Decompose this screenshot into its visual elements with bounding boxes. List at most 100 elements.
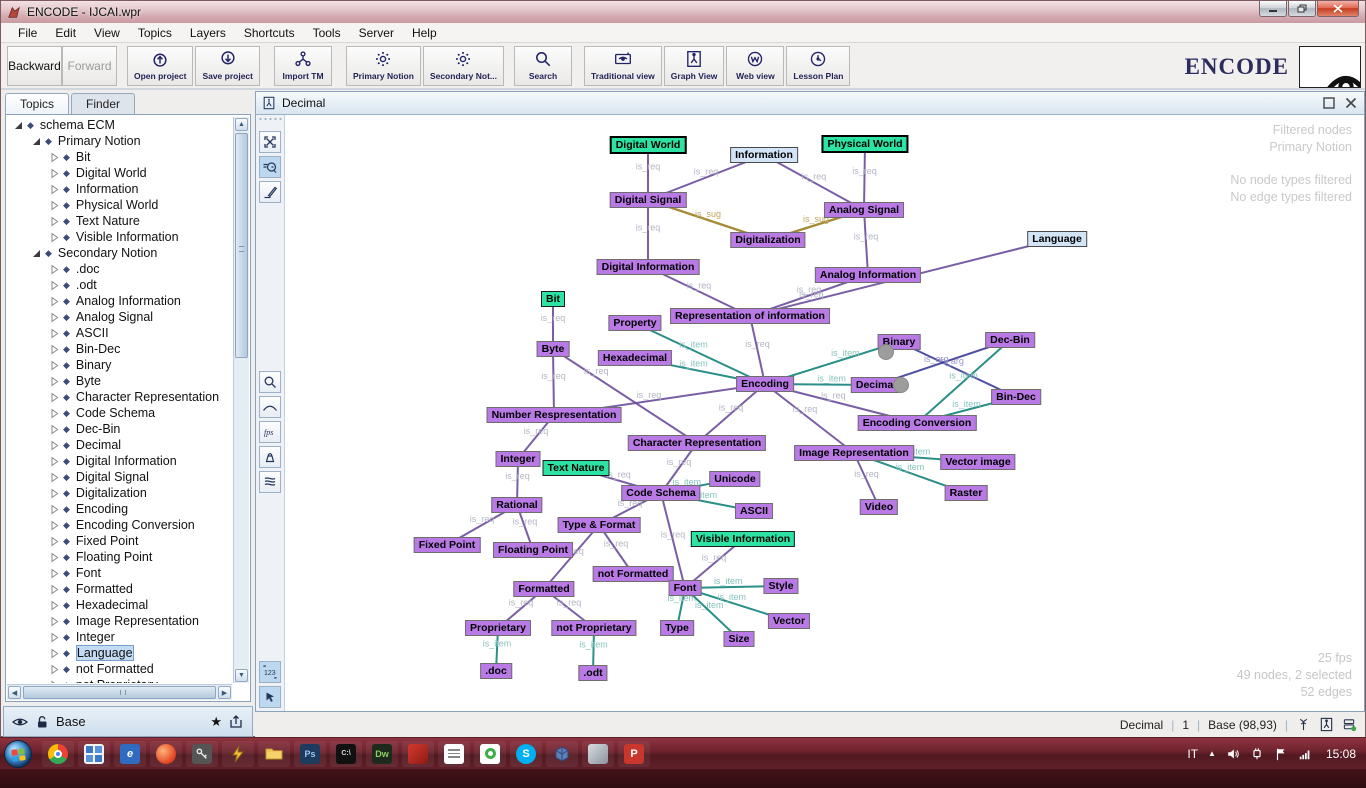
tree-collapsed-icon[interactable] bbox=[49, 664, 60, 675]
tree-item-not-proprietary[interactable]: ◆not Proprietary bbox=[7, 677, 232, 683]
graph-node-unicode[interactable]: Unicode bbox=[709, 471, 760, 487]
concept-map-canvas[interactable]: is_reqis_reqis_reqis_reqis_sugis_sugis_r… bbox=[285, 115, 1364, 711]
taskbar-app-cube-app[interactable] bbox=[546, 741, 578, 767]
graph-node-vector-image[interactable]: Vector image bbox=[940, 454, 1015, 470]
restore-button[interactable] bbox=[1288, 1, 1316, 17]
tree-collapsed-icon[interactable] bbox=[49, 312, 60, 323]
graph-node-byte[interactable]: Byte bbox=[537, 341, 570, 357]
tree-collapsed-icon[interactable] bbox=[49, 152, 60, 163]
tree-collapsed-icon[interactable] bbox=[49, 376, 60, 387]
tree-collapsed-icon[interactable] bbox=[49, 536, 60, 547]
scroll-right-icon[interactable]: ▶ bbox=[218, 686, 231, 699]
menu-file[interactable]: File bbox=[9, 24, 46, 42]
close-view-icon[interactable] bbox=[1344, 96, 1358, 110]
tree-collapsed-icon[interactable] bbox=[49, 424, 60, 435]
graph-node-language[interactable]: Language bbox=[1027, 231, 1087, 247]
graph-node-proprietary[interactable]: Proprietary bbox=[465, 620, 531, 636]
taskbar-app-photoshop[interactable]: Ps bbox=[294, 741, 326, 767]
action-center-flag-icon[interactable] bbox=[1274, 747, 1288, 761]
toolbar-primary-notion-button[interactable]: Primary Notion bbox=[346, 46, 421, 86]
volume-icon[interactable] bbox=[1226, 747, 1240, 761]
taskbar-app-chrome[interactable] bbox=[42, 741, 74, 767]
graph-node-raster[interactable]: Raster bbox=[945, 485, 988, 501]
graph-node-not-formatted[interactable]: not Formatted bbox=[593, 566, 674, 582]
tree-item-digital-world[interactable]: ◆Digital World bbox=[7, 165, 232, 181]
graph-node-floating-point[interactable]: Floating Point bbox=[493, 542, 573, 558]
graph-node-size[interactable]: Size bbox=[723, 631, 754, 647]
server-status-icon[interactable] bbox=[1342, 717, 1357, 732]
tree-horizontal-scrollbar[interactable]: ◀ ▶ bbox=[7, 684, 232, 700]
tree-collapsed-icon[interactable] bbox=[49, 280, 60, 291]
tree-item-integer[interactable]: ◆Integer bbox=[7, 629, 232, 645]
tree-item-text-nature[interactable]: ◆Text Nature bbox=[7, 213, 232, 229]
graph-node-style[interactable]: Style bbox=[763, 578, 798, 594]
tree-item-hexadecimal[interactable]: ◆Hexadecimal bbox=[7, 597, 232, 613]
tree-item--odt[interactable]: ◆.odt bbox=[7, 277, 232, 293]
graph-node-dec-bin[interactable]: Dec-Bin bbox=[985, 332, 1035, 348]
tree-collapsed-icon[interactable] bbox=[49, 200, 60, 211]
toolbar-save-project-button[interactable]: Save project bbox=[195, 46, 260, 86]
toolbar-search-button[interactable]: Search bbox=[514, 46, 572, 86]
maximize-view-icon[interactable] bbox=[1322, 96, 1336, 110]
forward-button[interactable]: Forward bbox=[62, 46, 117, 86]
scroll-down-icon[interactable]: ▼ bbox=[235, 669, 248, 682]
graph-node-formatted[interactable]: Formatted bbox=[513, 581, 574, 597]
tree-collapsed-icon[interactable] bbox=[49, 264, 60, 275]
tree-item-character-representation[interactable]: ◆Character Representation bbox=[7, 389, 232, 405]
tree-item-binary[interactable]: ◆Binary bbox=[7, 357, 232, 373]
tree-item-formatted[interactable]: ◆Formatted bbox=[7, 581, 232, 597]
tree-item-schema-ecm[interactable]: ◆schema ECM bbox=[7, 117, 232, 133]
tree-item-digital-signal[interactable]: ◆Digital Signal bbox=[7, 469, 232, 485]
graph-node-vector[interactable]: Vector bbox=[768, 613, 810, 629]
tree-item--doc[interactable]: ◆.doc bbox=[7, 261, 232, 277]
graph-node-doc[interactable]: .doc bbox=[480, 663, 512, 679]
graph-node-character-representation[interactable]: Character Representation bbox=[628, 435, 766, 451]
menu-server[interactable]: Server bbox=[350, 24, 403, 42]
tree-vertical-scrollbar[interactable]: ▲ ▼ bbox=[233, 117, 249, 683]
menu-tools[interactable]: Tools bbox=[304, 24, 350, 42]
backward-button[interactable]: Backward bbox=[7, 46, 62, 86]
graph-node-rational[interactable]: Rational bbox=[491, 497, 542, 513]
tree-collapsed-icon[interactable] bbox=[49, 232, 60, 243]
graph-node-odt[interactable]: .odt bbox=[578, 665, 607, 681]
tree-item-encoding[interactable]: ◆Encoding bbox=[7, 501, 232, 517]
menu-layers[interactable]: Layers bbox=[181, 24, 235, 42]
scroll-up-icon[interactable]: ▲ bbox=[235, 118, 248, 131]
graph-node-ascii[interactable]: ASCII bbox=[735, 503, 773, 519]
toolbar-open-project-button[interactable]: Open project bbox=[127, 46, 193, 86]
tree-item-visible-information[interactable]: ◆Visible Information bbox=[7, 229, 232, 245]
tree-collapsed-icon[interactable] bbox=[49, 440, 60, 451]
tree-collapsed-icon[interactable] bbox=[49, 616, 60, 627]
graph-node-image-representation[interactable]: Image Representation bbox=[794, 445, 914, 461]
edit-tool-button[interactable] bbox=[259, 181, 281, 203]
graph-node-integer[interactable]: Integer bbox=[495, 451, 540, 467]
taskbar-app-dreamweaver[interactable]: Dw bbox=[366, 741, 398, 767]
tree-collapsed-icon[interactable] bbox=[49, 568, 60, 579]
tree-item-code-schema[interactable]: ◆Code Schema bbox=[7, 405, 232, 421]
taskbar-app-text-editor[interactable] bbox=[438, 741, 470, 767]
graph-node-rep-of-info[interactable]: Representation of information bbox=[670, 308, 830, 324]
toolbar-secondary-notion-button[interactable]: Secondary Not... bbox=[423, 46, 504, 86]
tree-item-analog-information[interactable]: ◆Analog Information bbox=[7, 293, 232, 309]
menu-topics[interactable]: Topics bbox=[129, 24, 181, 42]
tree-collapsed-icon[interactable] bbox=[49, 552, 60, 563]
graph-node-fixed-point[interactable]: Fixed Point bbox=[414, 537, 481, 553]
graph-node-not-proprietary[interactable]: not Proprietary bbox=[551, 620, 636, 636]
weight-tool-button[interactable] bbox=[259, 446, 281, 468]
tab-finder[interactable]: Finder bbox=[71, 93, 135, 115]
menu-shortcuts[interactable]: Shortcuts bbox=[235, 24, 304, 42]
tree-item-byte[interactable]: ◆Byte bbox=[7, 373, 232, 389]
map-view-header[interactable]: Decimal bbox=[256, 92, 1364, 115]
tree-collapsed-icon[interactable] bbox=[49, 184, 60, 195]
graph-node-digital-world[interactable]: Digital World bbox=[610, 136, 687, 154]
fps-tool-button[interactable]: fps bbox=[259, 421, 281, 443]
toolbar-graph-view-button[interactable]: Graph View bbox=[664, 46, 725, 86]
tree-item-digitalization[interactable]: ◆Digitalization bbox=[7, 485, 232, 501]
graph-node-video[interactable]: Video bbox=[860, 499, 898, 515]
tree-collapsed-icon[interactable] bbox=[49, 648, 60, 659]
tree-item-information[interactable]: ◆Information bbox=[7, 181, 232, 197]
semantic-lens-button[interactable] bbox=[259, 156, 281, 178]
tree-item-dec-bin[interactable]: ◆Dec-Bin bbox=[7, 421, 232, 437]
clock[interactable]: 15:08 bbox=[1326, 747, 1356, 761]
taskbar-app-grid-launcher[interactable] bbox=[78, 741, 110, 767]
